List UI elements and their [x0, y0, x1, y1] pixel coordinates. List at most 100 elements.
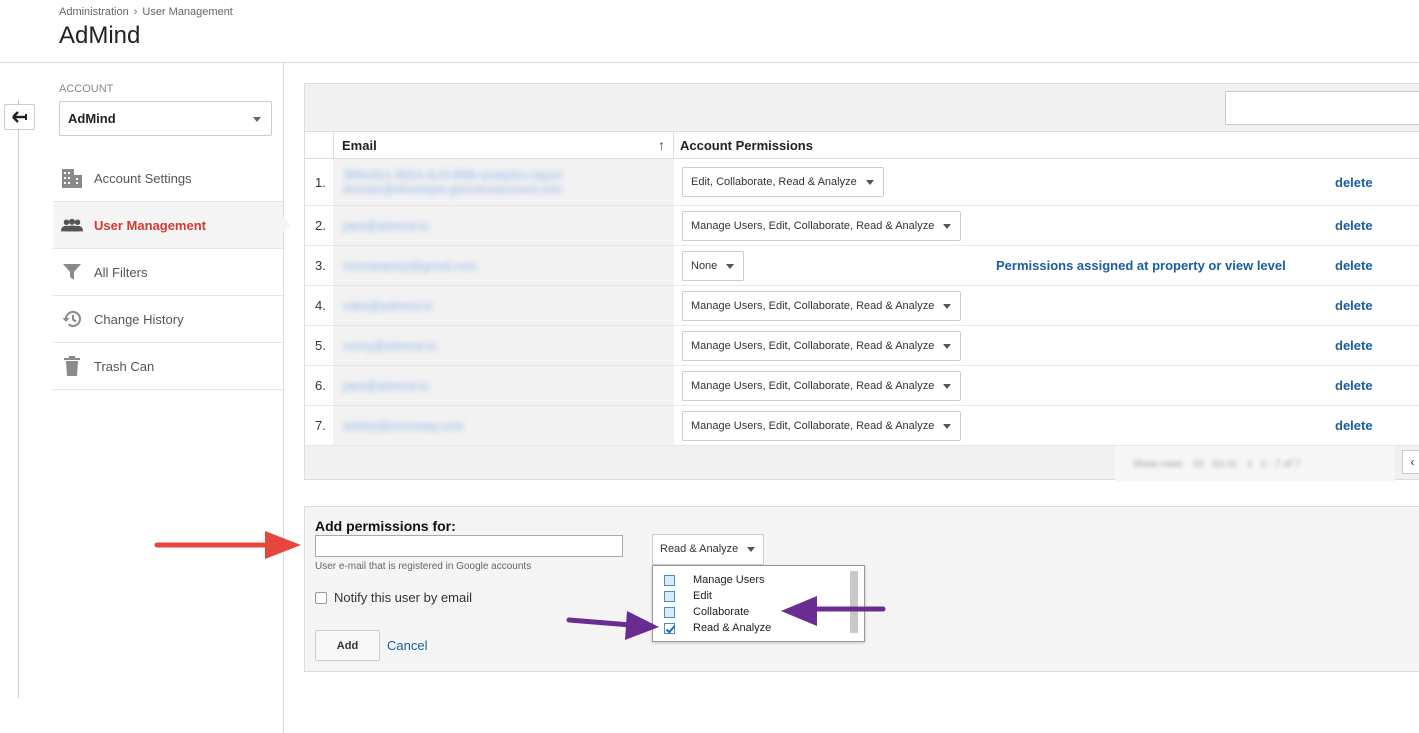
permission-dropdown[interactable]: Manage Users, Edit, Collaborate, Read & … [682, 210, 962, 241]
role-option-edit[interactable]: Edit [664, 588, 712, 604]
row-number: 1. [315, 174, 326, 190]
sidebar-item-label: Trash Can [94, 358, 155, 374]
sidebar-item-change-history[interactable]: Change History [53, 296, 283, 343]
add-button[interactable]: Add [315, 630, 380, 661]
show-rows-select[interactable]: 10 [1193, 459, 1204, 470]
column-header-permissions: Account Permissions [680, 138, 813, 153]
table-row: 3. michaelpaxy@gmail.com None Permission… [305, 246, 1419, 286]
permission-dropdown[interactable]: None [682, 250, 745, 281]
breadcrumb-separator: › [133, 6, 138, 18]
permission-dropdown[interactable]: Manage Users, Edit, Collaborate, Read & … [682, 370, 962, 401]
user-email-line: jake@admind.io [343, 378, 430, 393]
notify-label: Notify this user by email [334, 590, 472, 605]
permission-dropdown[interactable]: Manage Users, Edit, Collaborate, Read & … [682, 330, 962, 361]
user-email: michaelpaxy@gmail.com [333, 246, 674, 285]
role-option-collaborate[interactable]: Collaborate [664, 604, 749, 620]
delete-link[interactable]: delete [1335, 206, 1373, 245]
table-row: 7. ashley@someday.com Manage Users, Edit… [305, 406, 1419, 446]
delete-link[interactable]: delete [1335, 366, 1373, 405]
sidebar-item-trash-can[interactable]: Trash Can [53, 343, 283, 390]
chevron-down-icon [943, 383, 952, 389]
users-table: Email ↑ Account Permissions 1. 3f4bc0c1-… [305, 131, 1419, 446]
rail-divider [18, 100, 19, 698]
table-row: 4. mike@admind.io Manage Users, Edit, Co… [305, 286, 1419, 326]
back-button[interactable] [4, 104, 35, 130]
user-email: mike@admind.io [333, 286, 674, 325]
user-email-line: ashley@someday.com [343, 418, 464, 433]
sidebar-item-label: Account Settings [94, 170, 192, 186]
user-email: 3f4bc0c1-9d14-4c1f-8f9b-analytics-report… [333, 159, 674, 205]
goto-input[interactable]: 1 [1247, 459, 1253, 470]
users-icon [61, 214, 83, 236]
sidebar-item-user-management[interactable]: User Management [53, 202, 291, 249]
pagination: Show rows: 10 Go to: 1 1 - 7 of 7 [1115, 446, 1395, 482]
account-selector[interactable]: AdMind [59, 101, 272, 136]
permission-dropdown-value: Manage Users, Edit, Collaborate, Read & … [691, 339, 935, 352]
sidebar-divider [283, 63, 284, 733]
role-option-label: Manage Users [693, 574, 765, 586]
table-row: 5. corey@admind.io Manage Users, Edit, C… [305, 326, 1419, 366]
table-row: 1. 3f4bc0c1-9d14-4c1f-8f9b-analytics-rep… [305, 159, 1419, 206]
user-email-line: 3f4bc0c1-9d14-4c1f-8f9b-analytics-report [343, 168, 563, 182]
delete-link[interactable]: delete [1335, 246, 1373, 285]
sidebar-item-all-filters[interactable]: All Filters [53, 249, 283, 296]
role-checkbox[interactable] [664, 574, 675, 586]
permission-dropdown-value: Manage Users, Edit, Collaborate, Read & … [691, 379, 935, 392]
delete-link[interactable]: delete [1335, 286, 1373, 325]
history-icon [61, 308, 83, 330]
sidebar-nav: Account Settings User Management All Fil… [53, 155, 291, 390]
role-checkbox[interactable] [664, 590, 675, 602]
role-option-label: Read & Analyze [693, 622, 772, 634]
user-email-input[interactable] [315, 535, 623, 557]
breadcrumb: Administration › User Management [59, 6, 233, 18]
sidebar-item-label: All Filters [94, 264, 148, 280]
account-selector-value: AdMind [68, 111, 116, 126]
role-option-read-analyze[interactable]: Read & Analyze [664, 620, 771, 636]
permission-dropdown-value: Manage Users, Edit, Collaborate, Read & … [691, 419, 935, 432]
sidebar-item-label: User Management [94, 217, 206, 233]
sort-ascending-icon[interactable]: ↑ [658, 132, 665, 159]
row-number: 6. [315, 378, 326, 393]
building-icon [61, 167, 83, 189]
notify-checkbox-row[interactable]: Notify this user by email [315, 590, 472, 605]
row-number: 7. [315, 418, 326, 433]
column-header-email[interactable]: Email ↑ [333, 132, 674, 159]
row-number: 3. [315, 258, 326, 273]
cancel-link[interactable]: Cancel [387, 638, 427, 653]
notify-checkbox[interactable] [315, 591, 327, 604]
role-checkbox-checked[interactable] [664, 622, 675, 634]
permission-dropdown-value: Edit, Collaborate, Read & Analyze [691, 176, 857, 188]
breadcrumb-user-management[interactable]: User Management [142, 6, 233, 18]
purple-annotation-arrow-left [781, 596, 886, 626]
permission-dropdown[interactable]: Manage Users, Edit, Collaborate, Read & … [682, 410, 962, 441]
chevron-down-icon [943, 223, 952, 229]
user-email: jake@admind.io [333, 206, 674, 245]
permission-dropdown[interactable]: Manage Users, Edit, Collaborate, Read & … [682, 290, 962, 321]
user-email: ashley@someday.com [333, 406, 674, 445]
filter-icon [61, 261, 83, 283]
chevron-down-icon [865, 180, 874, 185]
permission-note-link[interactable]: Permissions assigned at property or view… [996, 246, 1286, 285]
role-checkbox[interactable] [664, 606, 675, 618]
table-header: Email ↑ Account Permissions [305, 131, 1419, 159]
purple-annotation-arrow-right [566, 611, 659, 640]
permission-dropdown[interactable]: Edit, Collaborate, Read & Analyze [682, 167, 884, 197]
sidebar-item-account-settings[interactable]: Account Settings [53, 155, 283, 202]
delete-link[interactable]: delete [1335, 406, 1373, 445]
user-email-line: corey@admind.io [343, 338, 437, 353]
role-option-manage-users[interactable]: Manage Users [664, 572, 765, 588]
previous-page-button[interactable]: ‹ [1402, 450, 1419, 474]
chevron-down-icon [726, 263, 735, 269]
sidebar-item-label: Change History [94, 311, 184, 327]
page-range: 1 - 7 of 7 [1260, 458, 1301, 470]
delete-link[interactable]: delete [1335, 159, 1373, 205]
role-dropdown[interactable]: Read & Analyze [652, 534, 765, 565]
trash-icon [61, 355, 83, 377]
user-email-line: mike@admind.io [343, 298, 433, 313]
users-search-input[interactable] [1225, 91, 1419, 125]
breadcrumb-administration[interactable]: Administration [59, 6, 129, 18]
permission-dropdown-value: Manage Users, Edit, Collaborate, Read & … [691, 219, 935, 232]
user-email-line: michaelpaxy@gmail.com [343, 258, 477, 273]
column-header-email-label: Email [342, 138, 377, 153]
delete-link[interactable]: delete [1335, 326, 1373, 365]
